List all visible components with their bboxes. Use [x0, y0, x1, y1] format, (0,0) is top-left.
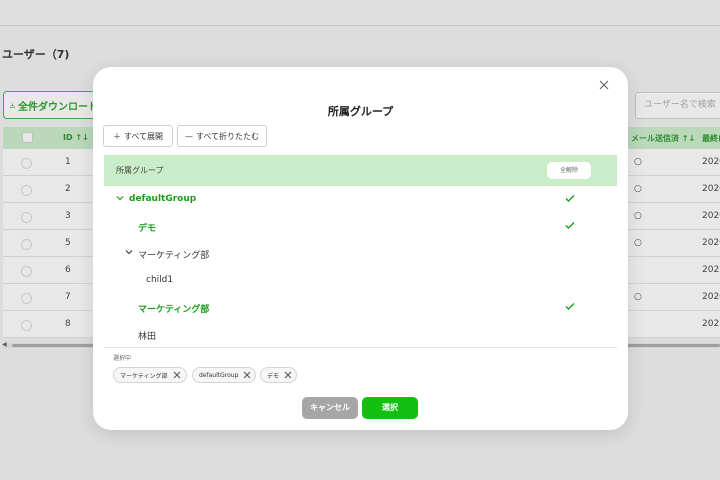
- close-button[interactable]: [596, 79, 612, 95]
- tree-item[interactable]: defaultGroup: [104, 186, 617, 213]
- tree-item-label: マーケティング部: [138, 305, 210, 315]
- group-tree: 所属グループ 全解除 defaultGroup デモマーケティング部 child1 マ…: [104, 155, 617, 348]
- tree-header-label: 所属グループ: [116, 166, 164, 175]
- close-icon: [599, 80, 609, 90]
- plus-icon: ＋: [112, 131, 121, 141]
- remove-chip-icon[interactable]: [283, 370, 293, 380]
- collapse-all-button[interactable]: — すべて折りたたむ: [177, 125, 267, 147]
- chip-label: デモ: [267, 372, 280, 380]
- check-icon: [565, 195, 575, 202]
- chip-label: defaultGroup: [199, 371, 239, 379]
- check-icon: [565, 222, 575, 229]
- remove-chip-icon[interactable]: [172, 370, 182, 380]
- selected-group-chip: マーケティング部: [113, 367, 187, 383]
- tree-item-label: デモ: [138, 224, 157, 234]
- remove-chip-icon[interactable]: [242, 370, 252, 380]
- tree-header: 所属グループ 全解除: [104, 155, 617, 186]
- tree-item-label: defaultGroup: [129, 194, 197, 204]
- minus-icon: —: [184, 131, 193, 141]
- tree-item[interactable]: マーケティング部: [104, 294, 617, 321]
- select-button[interactable]: 選択: [362, 397, 418, 419]
- expand-all-button[interactable]: ＋ すべて展開: [103, 125, 173, 147]
- modal-title: 所属グループ: [327, 105, 394, 118]
- group-select-modal: 所属グループ ＋ すべて展開 — すべて折りたたむ 所属グループ 全解除 def…: [93, 67, 628, 430]
- tree-item-label: マーケティング部: [138, 251, 210, 261]
- selected-caption: 選択中: [113, 355, 132, 362]
- cancel-button[interactable]: キャンセル: [302, 397, 358, 419]
- selected-group-chip: デモ: [260, 367, 297, 383]
- check-icon: [565, 303, 575, 310]
- chip-label: マーケティング部: [120, 372, 168, 380]
- collapse-all-label: すべて折りたたむ: [195, 131, 260, 141]
- clear-all-button[interactable]: 全解除: [547, 162, 591, 179]
- chevron-down-icon[interactable]: [116, 194, 124, 202]
- tree-item-label: child1: [146, 275, 174, 285]
- expand-all-label: すべて展開: [123, 131, 164, 141]
- tree-item-label: 林田: [138, 332, 157, 342]
- tree-item[interactable]: child1: [104, 267, 617, 294]
- tree-item[interactable]: デモ: [104, 213, 617, 240]
- chevron-down-icon[interactable]: [125, 248, 133, 256]
- tree-item[interactable]: マーケティング部: [104, 240, 617, 267]
- tree-item[interactable]: 林田: [104, 321, 617, 347]
- selected-group-chip: defaultGroup: [192, 367, 256, 383]
